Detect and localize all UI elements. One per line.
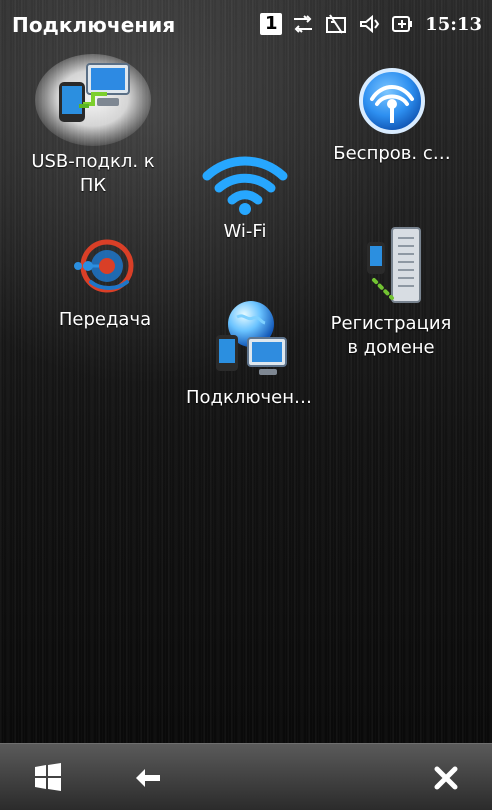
app-title: Подключения — [12, 13, 176, 37]
close-icon — [434, 766, 458, 790]
beam-transfer-icon — [74, 239, 134, 293]
tile-wifi-label: Wi-Fi — [223, 221, 267, 242]
tile-connections[interactable]: Подключен… — [164, 296, 334, 410]
status-bar: Подключения 1 15:13 — [0, 0, 492, 50]
back-arrow-icon — [136, 769, 160, 787]
tile-wireless-icon-wrap — [355, 64, 429, 138]
usb-pc-icon — [35, 54, 151, 146]
speaker-vibrate-icon — [357, 12, 381, 36]
tile-wifi-icon-wrap — [197, 142, 293, 216]
tile-usb-icon-wrap — [33, 54, 153, 146]
tile-beam[interactable]: Передача — [30, 230, 180, 332]
domain-server-icon — [367, 227, 421, 303]
network-connections-icon — [216, 301, 287, 375]
windows-start-icon — [35, 763, 61, 791]
tile-wireless-label: Беспров. с… — [333, 143, 451, 164]
tile-wifi[interactable]: Wi-Fi — [190, 142, 300, 244]
tile-beam-icon-wrap — [63, 230, 147, 304]
no-signal-icon — [324, 12, 348, 36]
close-button[interactable] — [426, 758, 466, 798]
tile-wireless-manager[interactable]: Беспров. с… — [312, 64, 472, 166]
status-icons: 1 15:13 — [260, 12, 482, 36]
connections-grid: USB-подкл. к ПК Wi-Fi Беспров. с… Переда… — [0, 50, 492, 745]
taskbar — [0, 743, 492, 810]
start-button[interactable] — [28, 758, 68, 798]
tile-beam-label: Передача — [58, 309, 152, 330]
back-button[interactable] — [128, 758, 168, 798]
screen: Подключения 1 15:13 USB-подкл. к ПК Wi-F… — [0, 0, 492, 810]
notification-badge: 1 — [260, 13, 283, 35]
sync-arrows-icon — [291, 12, 315, 36]
tile-usb-label: USB-подкл. к ПК — [31, 151, 155, 196]
tile-connections-label: Подключен… — [186, 387, 312, 408]
wireless-manager-icon — [359, 68, 425, 134]
tile-connections-icon-wrap — [203, 296, 295, 382]
wifi-icon — [202, 156, 288, 215]
tile-domain-icon-wrap — [350, 222, 432, 308]
clock: 15:13 — [425, 13, 482, 35]
tile-usb-to-pc[interactable]: USB-подкл. к ПК — [8, 54, 178, 198]
tile-domain-label: Регистрация в домене — [330, 313, 452, 358]
tile-domain-enroll[interactable]: Регистрация в домене — [316, 222, 466, 360]
battery-plug-icon — [390, 12, 414, 36]
